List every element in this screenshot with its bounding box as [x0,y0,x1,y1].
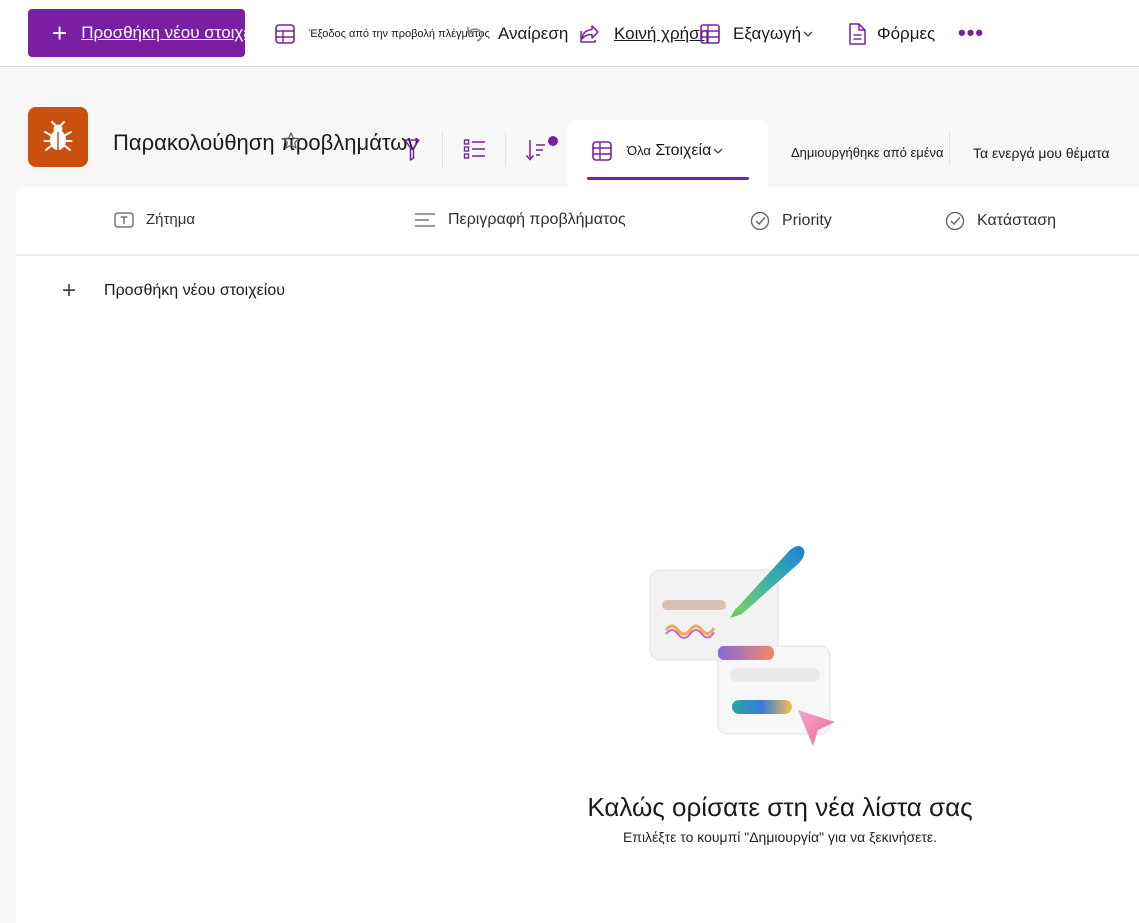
active-tab-indicator [587,177,749,180]
favorite-star-icon[interactable] [281,131,301,156]
new-item-label: Προσθήκη νέου στοιχείου [81,23,245,42]
filter-icon[interactable] [404,138,420,169]
view-tab-prefix: Όλα [627,143,651,158]
chevron-down-icon [803,31,813,37]
column-header-row: Ζήτημα Περιγραφή προβλήματος Priority Κα… [16,187,1139,256]
add-new-item-row[interactable]: + Προσθήκη νέου στοιχείου [62,279,285,303]
view-divider [949,133,950,165]
column-label: Περιγραφή προβλήματος [448,211,626,228]
view-tab-all-items[interactable]: Όλα Στοιχεία [567,120,768,190]
empty-state-subtitle: Επιλέξτε το κουμπί "Δημιουργία" για να ξ… [622,829,938,845]
command-bar: + Προσθήκη νέου στοιχείου Έξοδος από την… [0,0,1139,67]
grid-icon [592,141,612,161]
share-button[interactable]: Κοινή χρήση [578,14,709,54]
add-new-item-label: Προσθήκη νέου στοιχείου [104,282,285,299]
column-label: Priority [782,212,832,229]
choice-check-icon [945,211,965,231]
sort-indicator-dot [548,136,558,146]
column-label: Κατάσταση [977,212,1057,229]
view-tab-label: Όλα Στοιχεία [627,142,711,160]
empty-state-title: Καλώς ορίσατε στη νέα λίστα σας [587,792,973,822]
column-label: Ζήτημα [146,211,196,228]
exit-grid-view-button[interactable]: Έξοδος από την προβολή πλέγματος [274,14,490,54]
column-header-issue[interactable]: Ζήτημα [114,211,195,228]
chevron-down-icon [713,148,723,154]
forms-icon [849,23,866,45]
grid-edit-icon [275,24,295,44]
list-view-icon[interactable] [463,137,487,166]
export-button[interactable]: Εξαγωγή [699,14,814,54]
undo-label: Αναίρεση [498,24,569,43]
bug-icon [28,107,88,167]
list-title: Παρακολούθηση προβλημάτων [113,130,419,155]
view-created-by-me[interactable]: Δημιουργήθηκε από εμένα [791,145,944,160]
new-item-button[interactable]: + Προσθήκη νέου στοιχείου [28,9,245,57]
excel-icon [700,24,720,44]
more-options-button[interactable]: ••• [958,20,984,46]
share-icon [580,25,599,43]
share-label: Κοινή χρήση [614,24,710,43]
choice-check-icon [750,211,770,231]
plus-icon: + [62,277,77,304]
undo-icon [467,27,483,42]
view-my-active-issues[interactable]: Τα ενεργά μου θέματα [973,145,1109,161]
empty-list-illustration [649,546,835,746]
column-header-status[interactable]: Κατάσταση [945,211,1056,231]
column-header-priority[interactable]: Priority [750,211,832,231]
export-label: Εξαγωγή [733,24,802,43]
multiline-text-icon [415,213,435,227]
undo-button[interactable]: Αναίρεση [462,14,568,54]
toolbar-divider [442,133,443,167]
plus-icon: + [52,18,68,48]
toolbar-divider [505,133,506,167]
column-header-description[interactable]: Περιγραφή προβλήματος [414,211,626,229]
sort-icon[interactable] [525,137,549,168]
forms-label: Φόρμες [877,24,936,43]
text-field-icon [114,211,134,228]
view-tab-name: Στοιχεία [655,142,712,159]
forms-button[interactable]: Φόρμες [846,14,935,54]
